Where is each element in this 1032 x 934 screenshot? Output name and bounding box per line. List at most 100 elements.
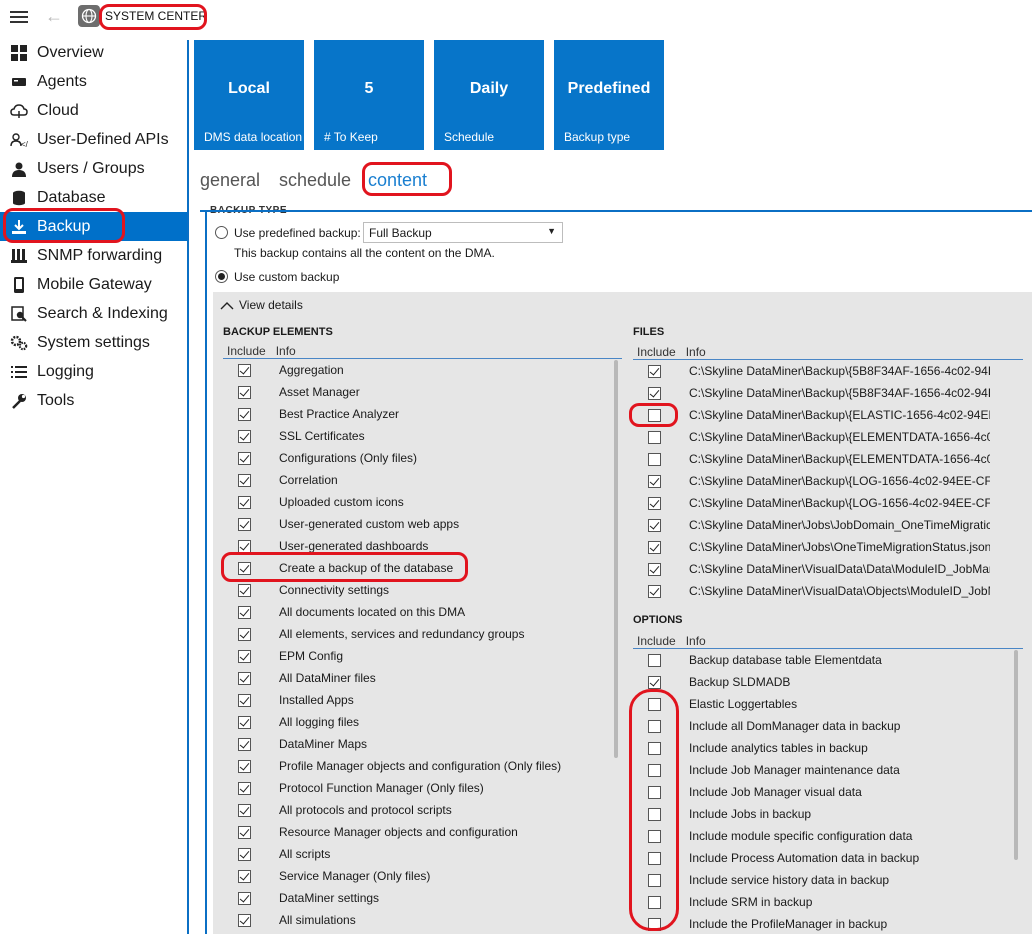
info-column-header[interactable]: Info xyxy=(276,344,296,358)
custom-backup-label: Use custom backup xyxy=(234,270,340,284)
sidebar-item-user-defined-apis[interactable]: </> User-Defined APIs xyxy=(0,125,187,154)
include-column-header[interactable]: Include xyxy=(227,344,266,358)
stat-tile[interactable]: Predefined Backup type xyxy=(554,40,664,150)
include-checkbox[interactable] xyxy=(648,917,661,931)
custom-backup-radio[interactable] xyxy=(215,270,228,283)
tab-schedule[interactable]: schedule xyxy=(279,170,351,191)
sidebar-item-mobile-gateway[interactable]: Mobile Gateway xyxy=(0,270,187,299)
sidebar-item-database[interactable]: Database xyxy=(0,183,187,212)
sidebar-item-label: System settings xyxy=(37,333,150,351)
sidebar-item-cloud[interactable]: Cloud xyxy=(0,96,187,125)
stat-tile[interactable]: Local DMS data location xyxy=(194,40,304,150)
include-checkbox[interactable] xyxy=(648,741,661,755)
include-checkbox[interactable] xyxy=(238,825,251,839)
row-label: DataMiner Maps xyxy=(279,737,368,751)
back-arrow-icon[interactable]: ← xyxy=(45,6,63,27)
mobile-icon xyxy=(10,276,28,294)
download-icon xyxy=(10,218,28,236)
predefined-backup-description: This backup contains all the content on … xyxy=(234,246,495,260)
include-checkbox[interactable] xyxy=(238,759,251,773)
files-row: C:\Skyline DataMiner\VisualData\Data\Mod… xyxy=(633,558,990,580)
include-checkbox[interactable] xyxy=(648,430,661,444)
include-checkbox[interactable] xyxy=(238,583,251,597)
include-checkbox[interactable] xyxy=(238,715,251,729)
include-checkbox[interactable] xyxy=(648,518,661,532)
include-checkbox[interactable] xyxy=(238,385,251,399)
view-details-toggle[interactable]: View details xyxy=(220,298,303,312)
backup-elements-scrollbar[interactable] xyxy=(614,360,618,758)
tab-content[interactable]: content xyxy=(368,170,427,191)
include-checkbox[interactable] xyxy=(648,763,661,777)
sidebar-item-tools[interactable]: Tools xyxy=(0,386,187,415)
include-checkbox[interactable] xyxy=(238,539,251,553)
include-checkbox[interactable] xyxy=(648,719,661,733)
include-checkbox[interactable] xyxy=(238,561,251,575)
include-checkbox[interactable] xyxy=(238,363,251,377)
files-title: FILES xyxy=(633,326,665,338)
backup-elements-row: All DataMiner files xyxy=(223,667,613,689)
options-include-column-header[interactable]: Include xyxy=(637,634,676,648)
include-checkbox[interactable] xyxy=(238,451,251,465)
backup-elements-row: Resource Manager objects and configurati… xyxy=(223,821,613,843)
row-label: Asset Manager xyxy=(279,385,360,399)
include-checkbox[interactable] xyxy=(648,807,661,821)
include-checkbox[interactable] xyxy=(238,803,251,817)
include-checkbox[interactable] xyxy=(648,675,661,689)
include-checkbox[interactable] xyxy=(648,496,661,510)
include-checkbox[interactable] xyxy=(648,829,661,843)
predefined-backup-select[interactable]: Full Backup ▼ xyxy=(363,222,563,243)
options-info-column-header[interactable]: Info xyxy=(686,634,706,648)
options-scrollbar[interactable] xyxy=(1014,650,1018,860)
include-checkbox[interactable] xyxy=(648,697,661,711)
include-checkbox[interactable] xyxy=(648,540,661,554)
include-checkbox[interactable] xyxy=(238,517,251,531)
include-checkbox[interactable] xyxy=(648,408,661,422)
include-checkbox[interactable] xyxy=(238,429,251,443)
predefined-backup-radio[interactable] xyxy=(215,226,228,239)
include-checkbox[interactable] xyxy=(648,562,661,576)
include-checkbox[interactable] xyxy=(238,693,251,707)
include-checkbox[interactable] xyxy=(238,495,251,509)
stat-tile[interactable]: Daily Schedule xyxy=(434,40,544,150)
files-row: C:\Skyline DataMiner\Backup\{ELEMENTDATA… xyxy=(633,448,990,470)
include-checkbox[interactable] xyxy=(648,584,661,598)
sidebar-item-agents[interactable]: Agents xyxy=(0,67,187,96)
backup-elements-row: Installed Apps xyxy=(223,689,613,711)
sidebar-item-system-settings[interactable]: System settings xyxy=(0,328,187,357)
files-info-column-header[interactable]: Info xyxy=(686,345,706,359)
include-checkbox[interactable] xyxy=(648,653,661,667)
include-checkbox[interactable] xyxy=(238,847,251,861)
stat-tile[interactable]: 5 # To Keep xyxy=(314,40,424,150)
include-checkbox[interactable] xyxy=(648,474,661,488)
include-checkbox[interactable] xyxy=(238,869,251,883)
sidebar-item-search-indexing[interactable]: Search & Indexing xyxy=(0,299,187,328)
include-checkbox[interactable] xyxy=(238,627,251,641)
sidebar-item-users-groups[interactable]: Users / Groups xyxy=(0,154,187,183)
include-checkbox[interactable] xyxy=(238,671,251,685)
include-checkbox[interactable] xyxy=(648,873,661,887)
include-checkbox[interactable] xyxy=(648,364,661,378)
include-checkbox[interactable] xyxy=(648,785,661,799)
sidebar-item-overview[interactable]: Overview xyxy=(0,38,187,67)
tab-general[interactable]: general xyxy=(200,170,260,191)
include-checkbox[interactable] xyxy=(648,895,661,909)
files-include-column-header[interactable]: Include xyxy=(637,345,676,359)
api-icon: </> xyxy=(10,131,28,149)
include-checkbox[interactable] xyxy=(238,891,251,905)
row-label: All DataMiner files xyxy=(279,671,376,685)
sidebar-item-backup[interactable]: Backup xyxy=(0,212,187,241)
include-checkbox[interactable] xyxy=(648,452,661,466)
include-checkbox[interactable] xyxy=(238,913,251,927)
sidebar-item-logging[interactable]: Logging xyxy=(0,357,187,386)
include-checkbox[interactable] xyxy=(238,781,251,795)
hamburger-menu-icon[interactable] xyxy=(10,11,28,23)
include-checkbox[interactable] xyxy=(648,386,661,400)
include-checkbox[interactable] xyxy=(238,605,251,619)
row-label: Include Process Automation data in backu… xyxy=(689,851,920,865)
sidebar-item-snmp-forwarding[interactable]: SNMP forwarding xyxy=(0,241,187,270)
include-checkbox[interactable] xyxy=(238,737,251,751)
include-checkbox[interactable] xyxy=(238,649,251,663)
include-checkbox[interactable] xyxy=(648,851,661,865)
include-checkbox[interactable] xyxy=(238,473,251,487)
include-checkbox[interactable] xyxy=(238,407,251,421)
